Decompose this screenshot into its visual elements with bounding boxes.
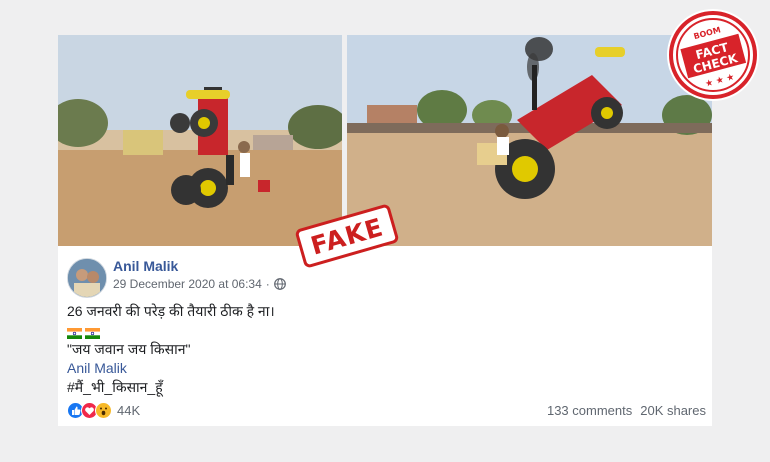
reaction-count: 44K xyxy=(117,403,141,418)
hashtag-link[interactable]: #मैं_भी_किसान_हूँ xyxy=(67,378,697,397)
post-body: 26 जनवरी की परेड़ की तैयारी ठीक है ना। "… xyxy=(67,302,697,397)
author-name[interactable]: Anil Malik xyxy=(113,258,178,274)
fact-check-badge: FACT CHECK BOOM ★ ★ ★ xyxy=(663,5,763,105)
flag-row xyxy=(67,321,697,340)
mention-link[interactable]: Anil Malik xyxy=(67,359,697,378)
post-date[interactable]: 29 December 2020 at 06:34 xyxy=(113,277,262,291)
avatar[interactable] xyxy=(67,258,107,298)
globe-icon xyxy=(273,278,286,290)
post-text: 26 जनवरी की परेड़ की तैयारी ठीक है ना। xyxy=(67,303,275,319)
shares-count[interactable]: 20K shares xyxy=(640,403,706,418)
meta-separator: · xyxy=(265,277,270,291)
right-photo[interactable] xyxy=(347,35,712,246)
post-quote: "जय जवान जय किसान" xyxy=(67,341,191,357)
india-flag-icon xyxy=(85,325,100,339)
left-photo[interactable] xyxy=(58,35,342,246)
post-stats: 133 comments 20K shares xyxy=(547,403,706,418)
comments-count[interactable]: 133 comments xyxy=(547,403,632,418)
post-card: Anil Malik 29 December 2020 at 06:34 · 2… xyxy=(58,246,712,426)
reactions-summary[interactable]: 44K xyxy=(67,402,140,419)
india-flag-icon xyxy=(67,325,82,339)
post-meta: 29 December 2020 at 06:34 · xyxy=(113,277,286,291)
wow-reaction-icon xyxy=(95,402,112,419)
